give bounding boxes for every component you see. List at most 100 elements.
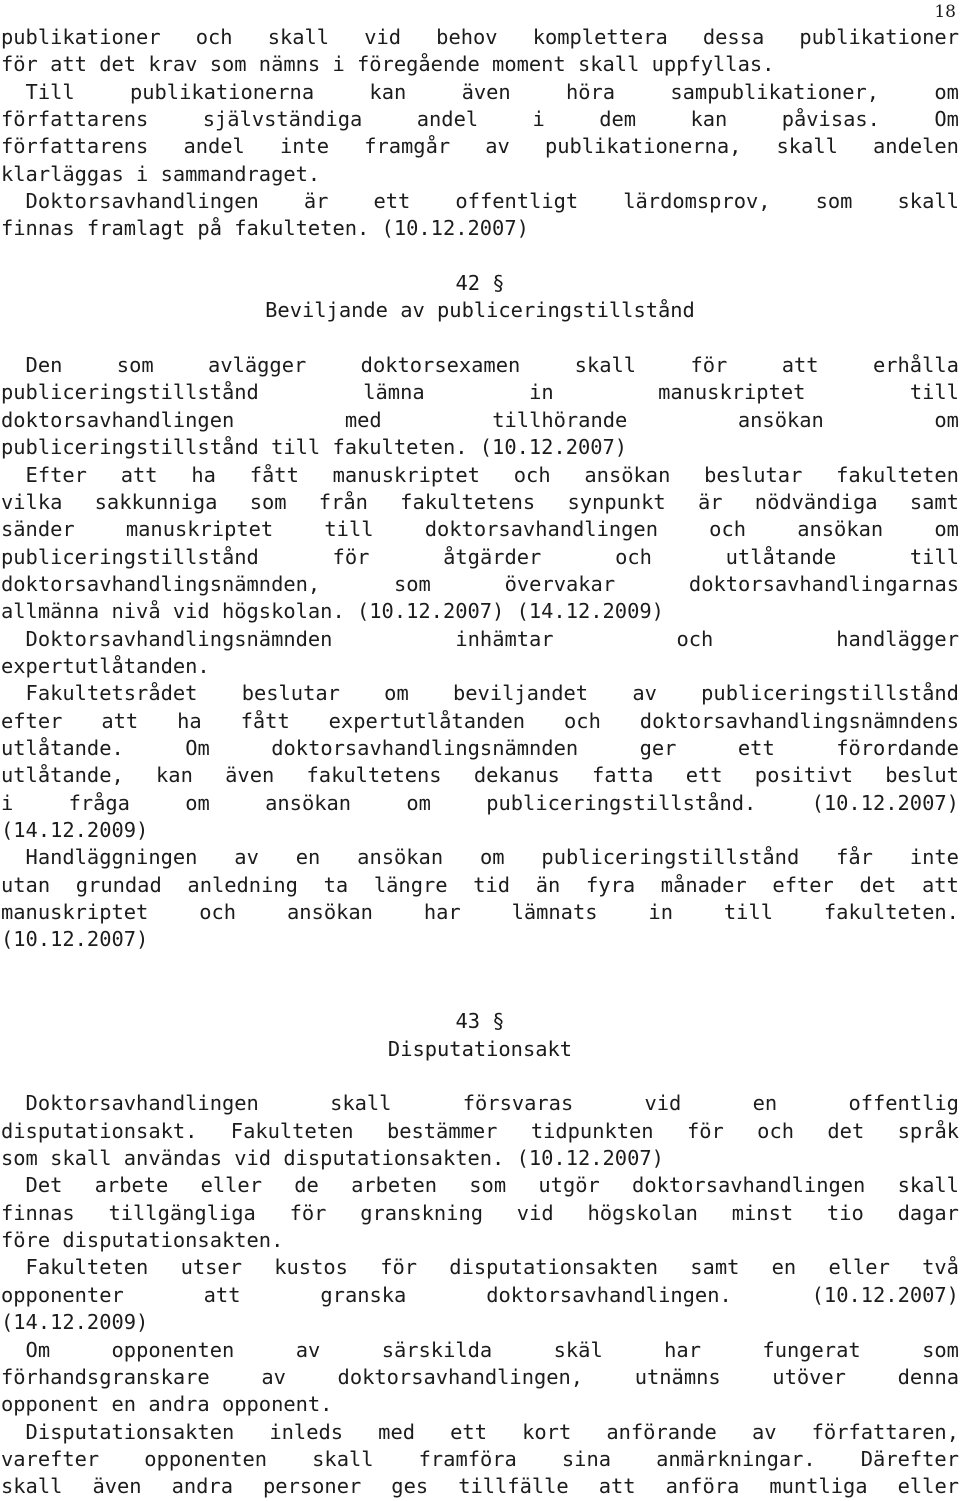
text-word: komplettera [532, 25, 668, 49]
text-word: att [922, 872, 959, 897]
text-word: publikationerna [129, 79, 315, 104]
text-line: för att det krav som nämns i föregående … [1, 52, 775, 77]
text-word: att [781, 353, 819, 378]
text-word: ha [177, 708, 202, 733]
text-word: andel [183, 134, 245, 159]
text-line: manuskriptet och ansökan har lämnats in till fa… [1, 899, 959, 926]
text-word: offentligt [455, 189, 579, 214]
text-word: beviljandet [453, 681, 589, 706]
text-word: Om [185, 735, 210, 760]
text-word: Fakulteten [1, 1255, 149, 1280]
text-word: ansökan [797, 517, 884, 542]
text-word: utgör [538, 1173, 600, 1198]
text-word: ha [191, 462, 216, 487]
text-word: och [757, 1118, 795, 1143]
text-word: i [1, 790, 14, 815]
text-word: andel [416, 107, 479, 132]
text-word: kustos [274, 1255, 348, 1280]
text-line: varefter opponenten skall framföra sina anmär… [1, 1446, 959, 1473]
text-word: av [234, 845, 259, 870]
text-word: samt [690, 1255, 740, 1280]
text-line: doktorsavhandlingen med tillhörande ansökan… [1, 407, 959, 434]
text-word: försvaras [462, 1091, 574, 1116]
paragraph-doktorsavhandlingsnamnden-inhamtar: Doktorsavhandlingsnämnden inhämtar och hand… [1, 626, 959, 681]
text-word: fått [249, 462, 299, 487]
text-word: disputationsakt. [1, 1118, 198, 1143]
text-line: publiceringstillstånd till fakulteten. (… [1, 435, 628, 460]
text-word: doktorsavhandlingsnämndens [639, 708, 959, 733]
text-word: tid [473, 872, 511, 897]
paragraph-till-publikationerna: Till publikationerna kan även höra sampublika… [1, 79, 959, 188]
section-heading-42-number: 42 § [455, 271, 505, 296]
text-word: (10.12.2007) [811, 1282, 959, 1307]
paragraph-om-opponenten-av-sarskilda-skal: Om opponenten av särskilda skäl har fungerat so… [1, 1337, 959, 1419]
spacer-after-section-42 [1, 325, 959, 352]
text-word: särskilda [381, 1337, 493, 1362]
text-line: (10.12.2007) [1, 927, 149, 952]
text-word: det [827, 1118, 865, 1143]
text-word: Doktorsavhandlingen [1, 189, 259, 214]
text-word: Den [1, 353, 63, 378]
text-line: Fakultetsrådet beslutar om beviljandet av pub… [1, 680, 959, 707]
text-word: till [909, 544, 959, 569]
text-word: synpunkt [567, 489, 666, 514]
text-word: Doktorsavhandlingen [1, 1091, 259, 1116]
text-word: ansökan [265, 790, 352, 815]
text-word: kan [690, 107, 728, 132]
text-word: behov [436, 25, 498, 49]
text-word: lämna [363, 380, 425, 405]
text-word: att [120, 462, 158, 487]
text-line: expertutlåtanden. [1, 653, 210, 678]
paragraph-disputationsakten-inleds: Disputationsakten inleds med ett kort anföran… [1, 1419, 959, 1501]
text-word: inte [909, 845, 959, 870]
text-line: Om opponenten av särskilda skäl har fungerat so… [1, 1337, 959, 1364]
text-word: Om [934, 107, 959, 132]
text-word: om [934, 517, 959, 542]
text-word: sakkunniga [94, 489, 218, 514]
text-word: längre [373, 872, 448, 897]
text-word: tillfälle [458, 1474, 569, 1499]
text-word: ett [373, 189, 411, 214]
text-line: sänder manuskriptet till doktorsavhandlinge… [1, 516, 959, 543]
text-word: har [423, 900, 461, 924]
text-word: att [101, 708, 139, 733]
text-word: samt [909, 489, 959, 514]
text-word: doktorsavhandlingen, [337, 1364, 584, 1389]
text-word: från [318, 489, 368, 514]
text-line: Den som avlägger doktorsexamen skall för att er… [1, 352, 959, 379]
text-word: författaren, [811, 1419, 959, 1444]
paragraph-fakulteten-utser-kustos: Fakulteten utser kustos för disputationsakte… [1, 1254, 959, 1336]
text-word: ta [323, 872, 349, 897]
text-word: sina [561, 1446, 612, 1471]
text-word: och [199, 900, 237, 924]
text-word: får [836, 845, 873, 870]
text-word: eller [828, 1255, 890, 1280]
text-word: Fakulteten [230, 1118, 354, 1143]
text-word: även [225, 763, 275, 788]
text-word: inte [279, 134, 330, 159]
text-word: högskolan [587, 1200, 698, 1225]
text-word: beslut [885, 763, 959, 788]
document-page: 18 publikationer och skall vid behov komplett… [0, 0, 960, 1498]
text-word: doktorsexamen [360, 353, 521, 378]
text-word: manuskriptet [125, 517, 274, 542]
text-word: Det [1, 1173, 63, 1198]
paragraph-fakultetsradet-beslutar: Fakultetsrådet beslutar om beviljandet av pub… [1, 680, 959, 844]
document-body: publikationer och skall vid behov komplettera… [1, 24, 959, 1501]
text-word: publikationerna, [544, 134, 742, 159]
text-line: Doktorsavhandlingen är ett offentligt lärdom… [1, 188, 959, 215]
text-word: om [384, 681, 409, 706]
paragraph-den-som-avlagger: Den som avlägger doktorsexamen skall för att er… [1, 352, 959, 461]
text-word: att [598, 1474, 636, 1499]
text-word: om [185, 790, 210, 815]
paragraph-doktorsavhandlingen-lardomsprov: Doktorsavhandlingen är ett offentligt lärdom… [1, 188, 959, 243]
text-word: tillgängliga [108, 1200, 256, 1225]
spacer-before-section-43 [1, 981, 959, 1008]
text-word: skäl [553, 1337, 603, 1362]
text-word: månader [660, 872, 747, 897]
text-word: personer [263, 1474, 362, 1499]
text-word: av [751, 1419, 777, 1444]
text-word: fatta [592, 763, 654, 788]
text-word: doktorsavhandlingsnämnden [271, 735, 579, 760]
text-word: om [934, 407, 959, 432]
